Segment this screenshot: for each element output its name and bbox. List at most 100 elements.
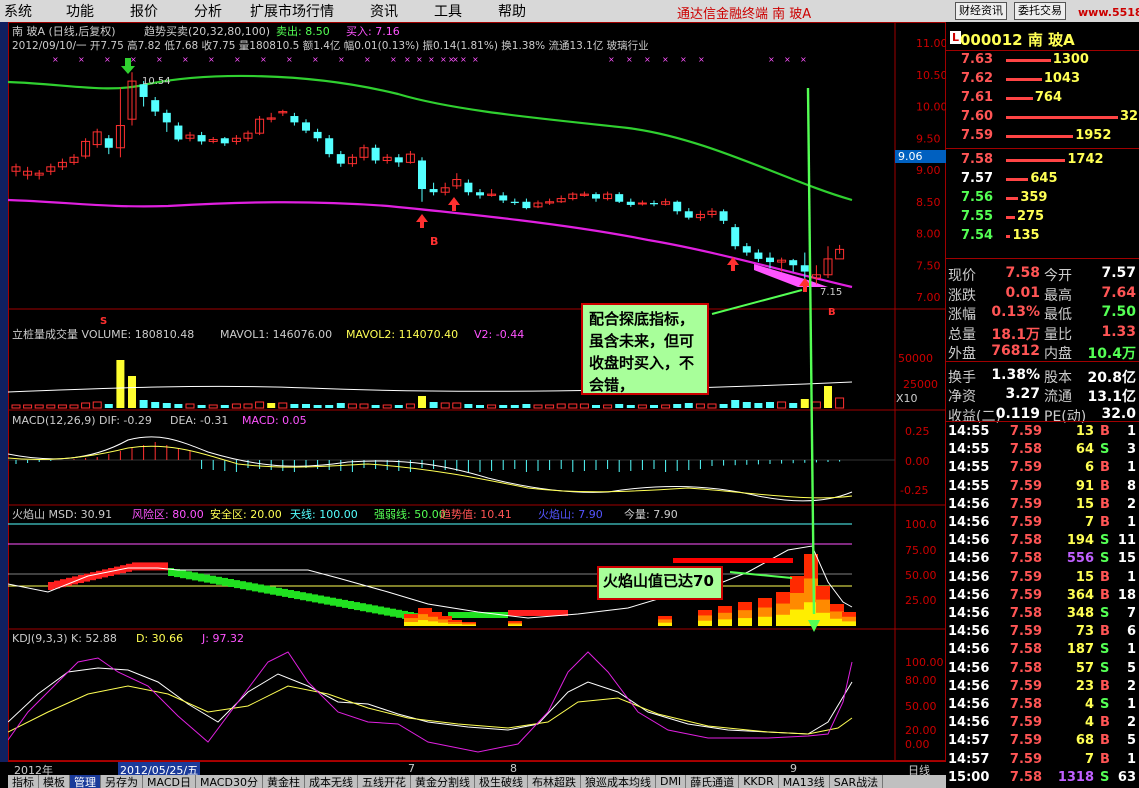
- menu-function[interactable]: 功能: [66, 1, 94, 21]
- vol-v2: V2: -0.44: [474, 328, 524, 341]
- quote-value: 3.27: [1005, 386, 1040, 402]
- tick-row[interactable]: 14:56 7.58 348 S 7: [948, 606, 1137, 624]
- tick-row[interactable]: 14:56 7.58 187 S 1: [948, 642, 1137, 660]
- tick-price: 7.59: [1009, 733, 1042, 749]
- price-axis-label: 10.50: [916, 69, 946, 82]
- orderbook-price: 7.57: [961, 171, 994, 186]
- tick-row[interactable]: 14:55 7.59 13 B 1: [948, 424, 1137, 442]
- indicator-tab[interactable]: DMI: [656, 775, 687, 788]
- fire-trend: 趋势值: 10.41: [440, 508, 512, 521]
- tick-row[interactable]: 14:55 7.59 91 B 8: [948, 479, 1137, 497]
- tick-count: 2: [1126, 496, 1136, 512]
- indicator-tab[interactable]: SAR战法: [830, 775, 884, 788]
- volume-bar: [23, 404, 33, 409]
- chart-area[interactable]: 11.00 10.50 10.00 9.50 9.00 8.50 8.00 7.50 7.00 …: [7, 22, 948, 764]
- tick-volume: 348: [1066, 606, 1094, 621]
- indicator-tab[interactable]: MA13线: [779, 775, 830, 788]
- price-axis-label: 8.50: [916, 196, 941, 209]
- tick-row[interactable]: 14:56 7.59 4 B 2: [948, 715, 1137, 733]
- kline-chart[interactable]: 11.0010.5010.009.509.008.508.007.507.00 …: [7, 22, 948, 761]
- tick-row[interactable]: 14:56 7.58 194 S 11: [948, 533, 1137, 551]
- indicator-tab[interactable]: 五线开花: [358, 775, 411, 788]
- kline-sell: 卖出: 8.50: [276, 24, 330, 38]
- candle-body: [464, 182, 473, 193]
- indicator-tab[interactable]: MACD日: [143, 775, 196, 788]
- marker-x-icon: ×: [644, 55, 651, 64]
- menu-ext-market[interactable]: 扩展市场行情: [250, 1, 334, 21]
- indicator-tab[interactable]: 模板: [39, 775, 70, 788]
- volume-bar: [568, 403, 578, 409]
- fire-bar: [288, 590, 294, 598]
- menu-tools[interactable]: 工具: [434, 1, 462, 21]
- menu-news[interactable]: 资讯: [370, 1, 398, 21]
- fire-bar: [758, 616, 772, 626]
- menu-quote[interactable]: 报价: [130, 1, 158, 21]
- fire-bar: [156, 562, 162, 571]
- indicator-tab[interactable]: 薛氏通道: [686, 775, 740, 788]
- tick-row[interactable]: 14:56 7.59 7 B 1: [948, 515, 1137, 533]
- left-toolbar[interactable]: [0, 22, 8, 762]
- price-axis-label: 7.50: [916, 259, 941, 272]
- indicator-tab[interactable]: MACD30分: [196, 775, 263, 788]
- indicator-tab[interactable]: 管理: [70, 775, 101, 788]
- menu-help[interactable]: 帮助: [498, 1, 526, 21]
- tick-time: 14:56: [948, 515, 990, 530]
- tick-side: S: [1100, 533, 1110, 549]
- orderbook-volume-bar: [1006, 197, 1019, 200]
- tick-row[interactable]: 14:56 7.59 23 B 2: [948, 679, 1137, 697]
- quote-value: 7.58: [1005, 265, 1040, 281]
- indicator-tab[interactable]: 极生破线: [475, 775, 528, 788]
- indicator-tab[interactable]: 指标: [8, 775, 39, 788]
- current-price-tag-text: 9.06: [898, 150, 923, 163]
- tick-row[interactable]: 15:00 7.58 1318 S 63: [948, 770, 1137, 788]
- volume-bar: [231, 403, 241, 409]
- marker-x-icon: ×: [680, 55, 687, 64]
- tick-row[interactable]: 14:56 7.59 73 B 6: [948, 624, 1137, 642]
- tick-row[interactable]: 14:57 7.59 68 B 5: [948, 733, 1137, 751]
- indicator-tab[interactable]: 布林超跌: [528, 775, 581, 788]
- trade-button[interactable]: 委托交易: [1014, 2, 1066, 20]
- volume-bar: [208, 404, 218, 409]
- tick-row[interactable]: 14:56 7.58 57 S 5: [948, 661, 1137, 679]
- tick-count: 1: [1126, 424, 1136, 439]
- orderbook-volume-bar: [1006, 135, 1074, 138]
- volume-bar: [487, 404, 497, 409]
- tick-volume: 187: [1066, 642, 1094, 658]
- volume-bar: [418, 396, 426, 408]
- fire-bar: [830, 618, 844, 626]
- orderbook-price: 7.63: [961, 52, 994, 67]
- tick-row[interactable]: 14:55 7.59 6 B 1: [948, 460, 1137, 478]
- menu-system[interactable]: 系统: [4, 1, 32, 21]
- tick-row[interactable]: 14:56 7.59 15 B 1: [948, 570, 1137, 588]
- tick-count: 1: [1126, 697, 1136, 712]
- volume-bar: [290, 404, 299, 408]
- marker-x-icon: ×: [698, 55, 705, 64]
- finance-news-button[interactable]: 财经资讯: [955, 2, 1007, 20]
- tick-row[interactable]: 14:56 7.59 15 B 2: [948, 497, 1137, 515]
- tick-side: B: [1100, 587, 1110, 603]
- tick-time: 14:56: [948, 587, 990, 603]
- indicator-tab[interactable]: 黄金柱: [263, 775, 305, 788]
- divider: [946, 421, 1139, 422]
- fire-bar: [90, 572, 96, 581]
- tick-time: 14:56: [948, 660, 990, 676]
- menu-analysis[interactable]: 分析: [194, 1, 222, 21]
- tick-row[interactable]: 14:56 7.59 364 B 18: [948, 588, 1137, 606]
- tick-row[interactable]: 14:56 7.58 4 S 1: [948, 697, 1137, 715]
- volume-bar: [835, 397, 845, 409]
- tick-side: B: [1100, 624, 1110, 640]
- indicator-tab[interactable]: KKDR: [739, 775, 779, 788]
- indicator-tab[interactable]: 另存为: [101, 775, 143, 788]
- tick-row[interactable]: 14:57 7.59 7 B 1: [948, 752, 1137, 770]
- marker-x-icon: ×: [104, 55, 111, 64]
- indicator-tab[interactable]: 黄金分割线: [411, 775, 475, 788]
- indicator-tab[interactable]: 狼巡成本均线: [581, 775, 656, 788]
- volume-bar: [162, 403, 171, 408]
- tick-volume: 364: [1066, 587, 1094, 603]
- fire-axis-25: 25.00: [905, 594, 937, 607]
- tick-row[interactable]: 14:56 7.58 556 S 15: [948, 551, 1137, 569]
- tick-count: 7: [1126, 606, 1136, 621]
- tick-row[interactable]: 14:55 7.58 64 S 3: [948, 442, 1137, 460]
- indicator-tab[interactable]: 成本无线: [305, 775, 358, 788]
- volume-bar: [128, 376, 136, 408]
